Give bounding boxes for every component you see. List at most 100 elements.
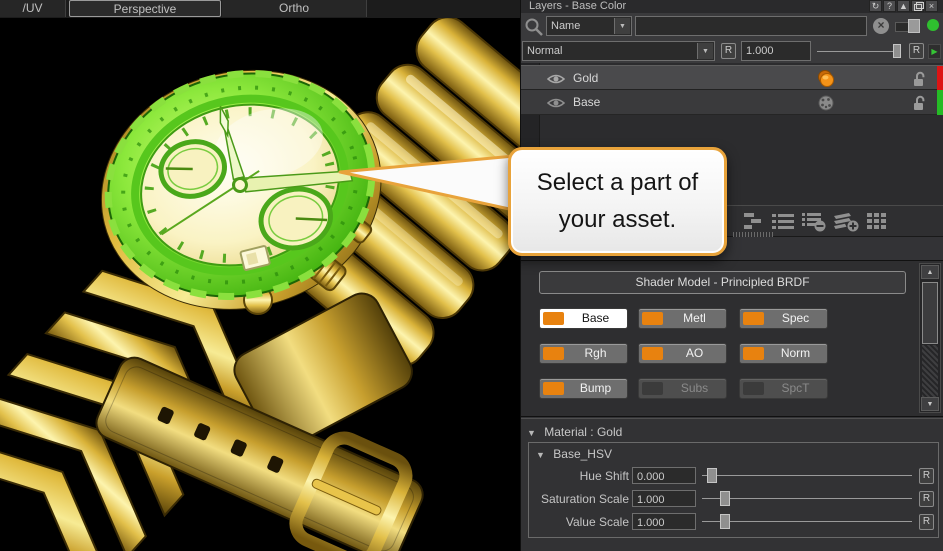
channel-button-norm[interactable]: Norm [739, 343, 828, 364]
value-scale-reset-button[interactable]: R [919, 514, 934, 530]
layer-color-tag[interactable] [937, 66, 943, 91]
channel-swatch [642, 347, 663, 360]
search-input[interactable] [635, 16, 867, 36]
channel-button-base[interactable]: Base [539, 308, 628, 329]
search-filter-select[interactable]: Name ▼ [546, 16, 632, 36]
param-label: Hue Shift [529, 469, 629, 483]
grid-view-icon[interactable] [867, 212, 887, 230]
channel-button-bump[interactable]: Bump [539, 378, 628, 399]
saturation-scale-reset-button[interactable]: R [919, 491, 934, 507]
param-label: Saturation Scale [529, 492, 629, 506]
scroll-down-icon[interactable]: ▼ [921, 397, 939, 411]
material-header[interactable]: ▼ Material : Gold [527, 425, 622, 439]
hierarchy-icon[interactable] [742, 212, 764, 230]
play-icon[interactable]: ▶ [928, 44, 941, 59]
restore-icon[interactable] [911, 0, 924, 12]
channel-button-spct[interactable]: SpcT [739, 378, 828, 399]
sync-icon[interactable]: ↻ [869, 0, 882, 12]
opacity-value-field[interactable]: 1.000 [741, 41, 811, 61]
list-icon[interactable] [772, 212, 796, 230]
tooltip-text-line1: Select a part of [511, 164, 724, 201]
material-sphere-icon [816, 69, 836, 89]
add-layer-icon[interactable] [833, 212, 861, 232]
hue-shift-field[interactable]: 0.000 [632, 467, 696, 484]
collapse-triangle-icon[interactable]: ▼ [536, 450, 545, 460]
blend-row: Normal ▼ R 1.000 R ▶ [521, 40, 943, 64]
hue-shift-reset-button[interactable]: R [919, 468, 934, 484]
channel-swatch [743, 347, 764, 360]
channel-button-spec[interactable]: Spec [739, 308, 828, 329]
tooltip-callout: Select a part of your asset. [508, 147, 727, 256]
channel-swatch [543, 382, 564, 395]
value-scale-row: Value Scale 1.000 R [529, 513, 938, 530]
shader-section: Shader Model - Principled BRDF Base Metl… [521, 260, 943, 417]
layer-row-gold[interactable]: Gold [521, 65, 943, 90]
layer-color-tag[interactable] [937, 90, 943, 115]
help-icon[interactable]: ? [883, 0, 896, 12]
toggle-knob[interactable] [908, 19, 920, 33]
opacity-reset-button[interactable]: R [909, 43, 924, 59]
unlock-icon[interactable] [911, 95, 929, 111]
visibility-eye-icon[interactable] [547, 73, 565, 85]
param-label: Value Scale [529, 515, 629, 529]
shader-scrollbar[interactable]: ▲ ▼ [919, 263, 941, 413]
panel-title-bar[interactable]: Layers - Base Color ↻ ? ▲ × [521, 0, 943, 13]
shader-model-header[interactable]: Shader Model - Principled BRDF [539, 271, 906, 294]
tab-uv[interactable]: /UV [0, 0, 66, 17]
saturation-scale-slider-handle[interactable] [720, 491, 730, 506]
viewport-tab-bar: /UV Perspective Ortho [0, 0, 520, 19]
base-hsv-header[interactable]: ▼ Base_HSV [536, 447, 612, 461]
hue-shift-slider[interactable] [702, 475, 912, 476]
search-icon [524, 17, 544, 37]
viewport-3d[interactable] [0, 18, 520, 551]
watch-3d-model[interactable] [0, 18, 520, 551]
chevron-down-icon[interactable]: ▼ [614, 18, 630, 34]
blend-reset-button[interactable]: R [721, 43, 736, 59]
channel-swatch [543, 312, 564, 325]
scrollbar-thumb[interactable] [922, 282, 938, 344]
layer-name: Gold [573, 71, 598, 85]
channel-button-subs[interactable]: Subs [638, 378, 727, 399]
channel-button-rgh[interactable]: Rgh [539, 343, 628, 364]
tab-ortho[interactable]: Ortho [222, 0, 367, 17]
chevron-down-icon[interactable]: ▼ [697, 43, 713, 59]
tooltip-text-line2: your asset. [511, 201, 724, 238]
remove-layer-icon[interactable] [802, 212, 828, 232]
scroll-up-icon[interactable]: ▲ [921, 265, 939, 279]
scrollbar-track[interactable] [922, 345, 938, 397]
saturation-scale-field[interactable]: 1.000 [632, 490, 696, 507]
channel-swatch [642, 382, 663, 395]
layer-row-base[interactable]: Base [521, 90, 943, 115]
collapse-icon[interactable]: ▲ [897, 0, 910, 12]
visibility-eye-icon[interactable] [547, 97, 565, 109]
value-scale-slider[interactable] [702, 521, 912, 522]
base-hsv-group: ▼ Base_HSV Hue Shift 0.000 R Saturation … [528, 442, 939, 538]
channel-swatch [543, 347, 564, 360]
layer-name: Base [573, 95, 600, 109]
opacity-slider[interactable] [817, 51, 901, 52]
material-section: ▼ Material : Gold ▼ Base_HSV Hue Shift 0… [521, 418, 943, 551]
channel-swatch [743, 312, 764, 325]
opacity-slider-handle[interactable] [893, 44, 901, 58]
panel-title: Layers - Base Color [529, 0, 626, 12]
saturation-scale-slider[interactable] [702, 498, 912, 499]
palette-icon [816, 93, 836, 113]
close-icon[interactable]: × [925, 0, 938, 12]
value-scale-slider-handle[interactable] [720, 514, 730, 529]
tab-perspective[interactable]: Perspective [69, 0, 221, 17]
search-row: Name ▼ × [521, 13, 943, 41]
unlock-icon[interactable] [911, 71, 929, 87]
channel-button-ao[interactable]: AO [638, 343, 727, 364]
status-dot [927, 19, 939, 31]
layers-panel: Layers - Base Color ↻ ? ▲ × Name ▼ × [520, 0, 943, 551]
saturation-scale-row: Saturation Scale 1.000 R [529, 490, 938, 507]
hue-shift-row: Hue Shift 0.000 R [529, 467, 938, 484]
value-scale-field[interactable]: 1.000 [632, 513, 696, 530]
clear-search-icon[interactable]: × [873, 18, 889, 34]
channel-button-metl[interactable]: Metl [638, 308, 727, 329]
collapse-triangle-icon[interactable]: ▼ [527, 428, 536, 438]
filter-toggle[interactable] [895, 22, 919, 32]
channel-swatch [743, 382, 764, 395]
blend-mode-select[interactable]: Normal ▼ [522, 41, 715, 61]
hue-shift-slider-handle[interactable] [707, 468, 717, 483]
